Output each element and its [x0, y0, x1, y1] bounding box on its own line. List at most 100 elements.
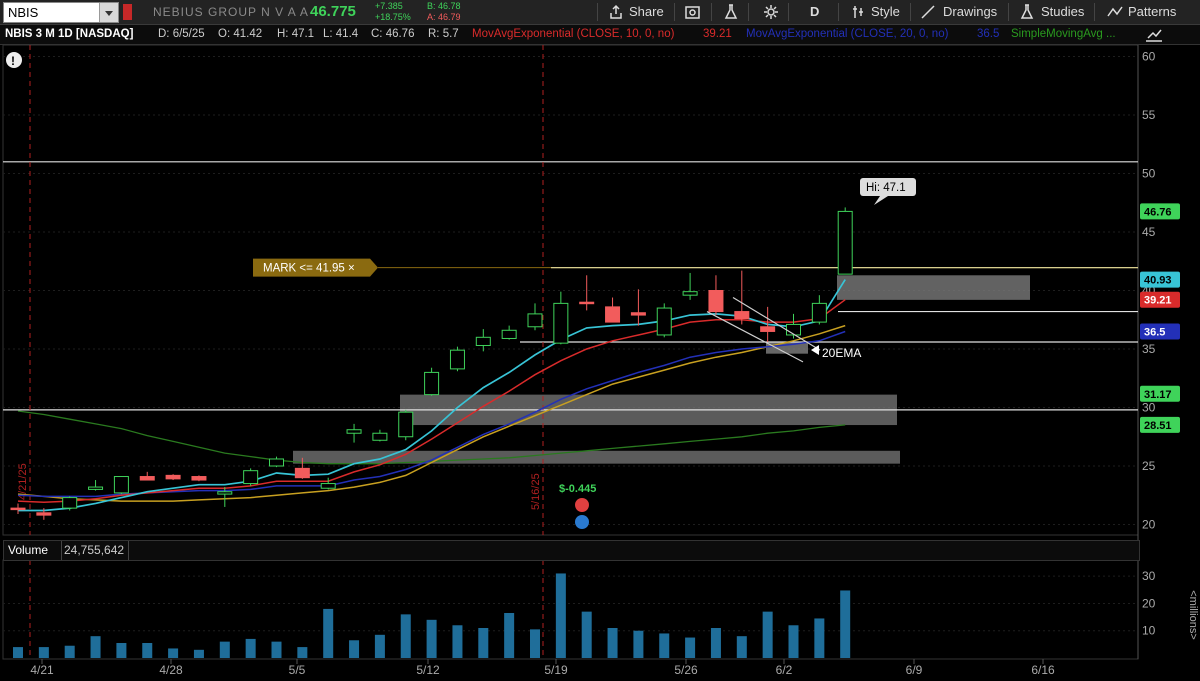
company-name: NEBIUS GROUP N V A A — [153, 5, 309, 19]
volume-bar — [607, 628, 618, 658]
price-label-text: 36.5 — [1144, 326, 1165, 338]
share-button[interactable]: Share — [629, 0, 664, 24]
volume-bar — [297, 647, 308, 658]
symbol-value: NBIS — [8, 5, 39, 20]
drawings-button[interactable]: Drawings — [943, 0, 997, 24]
volume-tick-label: 10 — [1142, 624, 1156, 638]
volume-bar — [685, 637, 696, 658]
candlesticks — [10, 207, 853, 520]
flask-icon[interactable] — [723, 3, 739, 21]
period-selector[interactable]: D — [810, 0, 819, 24]
price-chart[interactable]: 4/21/25 5/16/25 202530354045505560102030<… — [0, 45, 1200, 681]
last-price: 46.775 — [310, 3, 356, 20]
time-tick-label: 5/12 — [416, 663, 440, 677]
price-tick-label: 30 — [1142, 401, 1156, 415]
price-tick-label: 25 — [1142, 459, 1156, 473]
candle-body — [10, 507, 26, 511]
price-tick-label: 60 — [1142, 50, 1156, 64]
alert-flag-icon[interactable] — [123, 4, 132, 20]
candle-body — [372, 432, 388, 441]
price-label-text: 39.21 — [1144, 295, 1172, 307]
chart-info-bar: NBIS 3 M 1D [NASDAQ] D: 6/5/25 O: 41.42 … — [0, 25, 1200, 45]
time-tick-label: 5/5 — [289, 663, 306, 677]
symbol-dropdown-icon[interactable] — [99, 3, 118, 22]
candle-body — [734, 311, 750, 320]
bar-low: L: 41.4 — [323, 28, 359, 40]
hi-label: Hi: 47.1 — [866, 182, 906, 194]
earnings-icon — [575, 515, 589, 529]
volume-bar — [193, 649, 204, 658]
volume-bar — [245, 638, 256, 658]
studies-button[interactable]: Studies — [1041, 0, 1084, 24]
collapse-icon[interactable] — [1143, 26, 1165, 44]
ema10-legend[interactable]: MovAvgExponential (CLOSE, 10, 0, no) — [472, 25, 674, 44]
price-label-text: 28.51 — [1144, 420, 1172, 432]
drawings-icon — [921, 5, 935, 19]
price-axis: 202530354045505560102030<millions> — [1142, 50, 1199, 640]
candle-body — [165, 474, 181, 480]
volume-bar — [710, 628, 721, 658]
candle-body — [139, 476, 155, 481]
ema-note-label: 20EMA — [822, 346, 861, 360]
studies-icon — [1020, 4, 1034, 19]
volume-bar — [38, 647, 49, 658]
volume-panel-border — [2, 559, 1139, 660]
price-label-text: 46.76 — [1144, 206, 1172, 218]
volume-bar — [840, 590, 851, 658]
symbol-input[interactable]: NBIS — [3, 2, 119, 23]
zone-box — [837, 275, 1030, 300]
date-marker-label: 5/16/25 — [530, 473, 542, 510]
ema20-legend[interactable]: MovAvgExponential (CLOSE, 20, 0, no) — [746, 25, 948, 44]
volume-bar — [90, 636, 101, 658]
dividend-icon — [575, 498, 589, 512]
candle-body — [294, 467, 310, 479]
volume-bar — [219, 641, 230, 658]
candle-body — [191, 476, 207, 481]
dividend-label: $-0.445 — [559, 483, 596, 495]
screenshot-icon[interactable] — [684, 4, 702, 20]
volume-bar — [555, 573, 566, 658]
candle-body — [475, 336, 491, 346]
volume-bar — [13, 647, 23, 658]
price-tick-label: 50 — [1142, 167, 1156, 181]
candle-body — [424, 371, 440, 396]
volume-bar — [736, 636, 747, 658]
volume-header: Volume 24,755,642 — [3, 540, 1140, 561]
candle-body — [346, 429, 362, 434]
volume-tick-label: 30 — [1142, 569, 1156, 583]
volume-label: Volume — [8, 543, 49, 557]
patterns-icon — [1107, 6, 1123, 17]
price-label-text: 40.93 — [1144, 275, 1172, 287]
price-label-text: 31.17 — [1144, 389, 1172, 401]
price-tick-label: 20 — [1142, 518, 1156, 532]
gear-icon[interactable] — [763, 4, 779, 20]
volume-unit-label: <millions> — [1187, 590, 1199, 640]
style-button[interactable]: Style — [871, 0, 900, 24]
volume-bar — [659, 633, 670, 658]
volume-bar — [452, 625, 463, 658]
price-tick-label: 35 — [1142, 342, 1156, 356]
candle-body — [88, 486, 104, 490]
volume-bar — [581, 611, 592, 658]
candle-body — [269, 458, 284, 467]
patterns-button[interactable]: Patterns — [1128, 0, 1176, 24]
volume-bar — [633, 630, 644, 658]
ask-price: A: 46.79 — [427, 12, 461, 22]
time-tick-label: 4/28 — [159, 663, 183, 677]
time-tick-label: 5/19 — [544, 663, 568, 677]
candle-body — [62, 497, 78, 509]
candle-body — [553, 302, 569, 344]
ema10-value: 39.21 — [703, 28, 732, 40]
candle-body — [656, 307, 672, 336]
hi-bubble-tail — [874, 196, 888, 205]
candle-body — [630, 312, 646, 316]
volume-bar — [142, 643, 153, 658]
bar-date: D: 6/5/25 — [158, 28, 205, 40]
mark-label: MARK <= 41.95 × — [263, 263, 355, 275]
sma-legend[interactable]: SimpleMovingAvg ... — [1011, 25, 1116, 44]
candle-body — [320, 483, 336, 489]
time-tick-label: 6/9 — [906, 663, 923, 677]
ema20-value: 36.5 — [977, 28, 1000, 40]
volume-bar — [762, 611, 773, 658]
candle-body — [579, 301, 595, 305]
